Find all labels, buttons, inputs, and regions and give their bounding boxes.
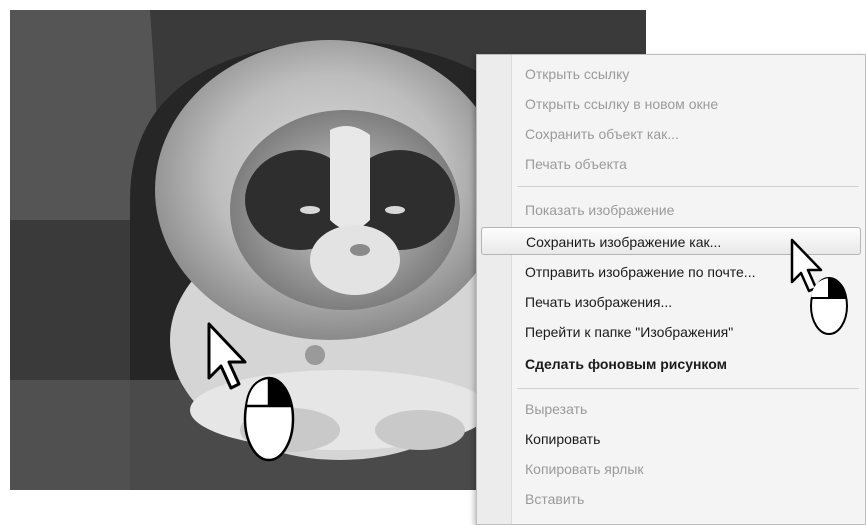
menu-item-paste: Вставить — [525, 491, 585, 507]
menu-separator — [517, 388, 859, 389]
menu-item-print-object: Печать объекта — [525, 156, 627, 172]
menu-item-save-object-as: Сохранить объект как... — [525, 126, 679, 142]
menu-item-show-image: Показать изображение — [525, 202, 675, 218]
menu-item-copy-shortcut: Копировать ярлык — [525, 461, 644, 477]
mouse-right-click-icon — [809, 276, 849, 341]
mouse-left-click-icon — [243, 376, 295, 467]
menu-item-cut: Вырезать — [525, 401, 588, 417]
menu-item-open-link-new-window: Открыть ссылку в новом окне — [525, 96, 719, 112]
menu-item-copy[interactable]: Копировать — [525, 425, 861, 453]
menu-icon-gutter — [477, 55, 512, 524]
menu-item-open-link: Открыть ссылку — [525, 66, 630, 82]
menu-item-set-as-background[interactable]: Сделать фоновым рисунком — [525, 350, 861, 378]
menu-separator — [517, 186, 859, 187]
